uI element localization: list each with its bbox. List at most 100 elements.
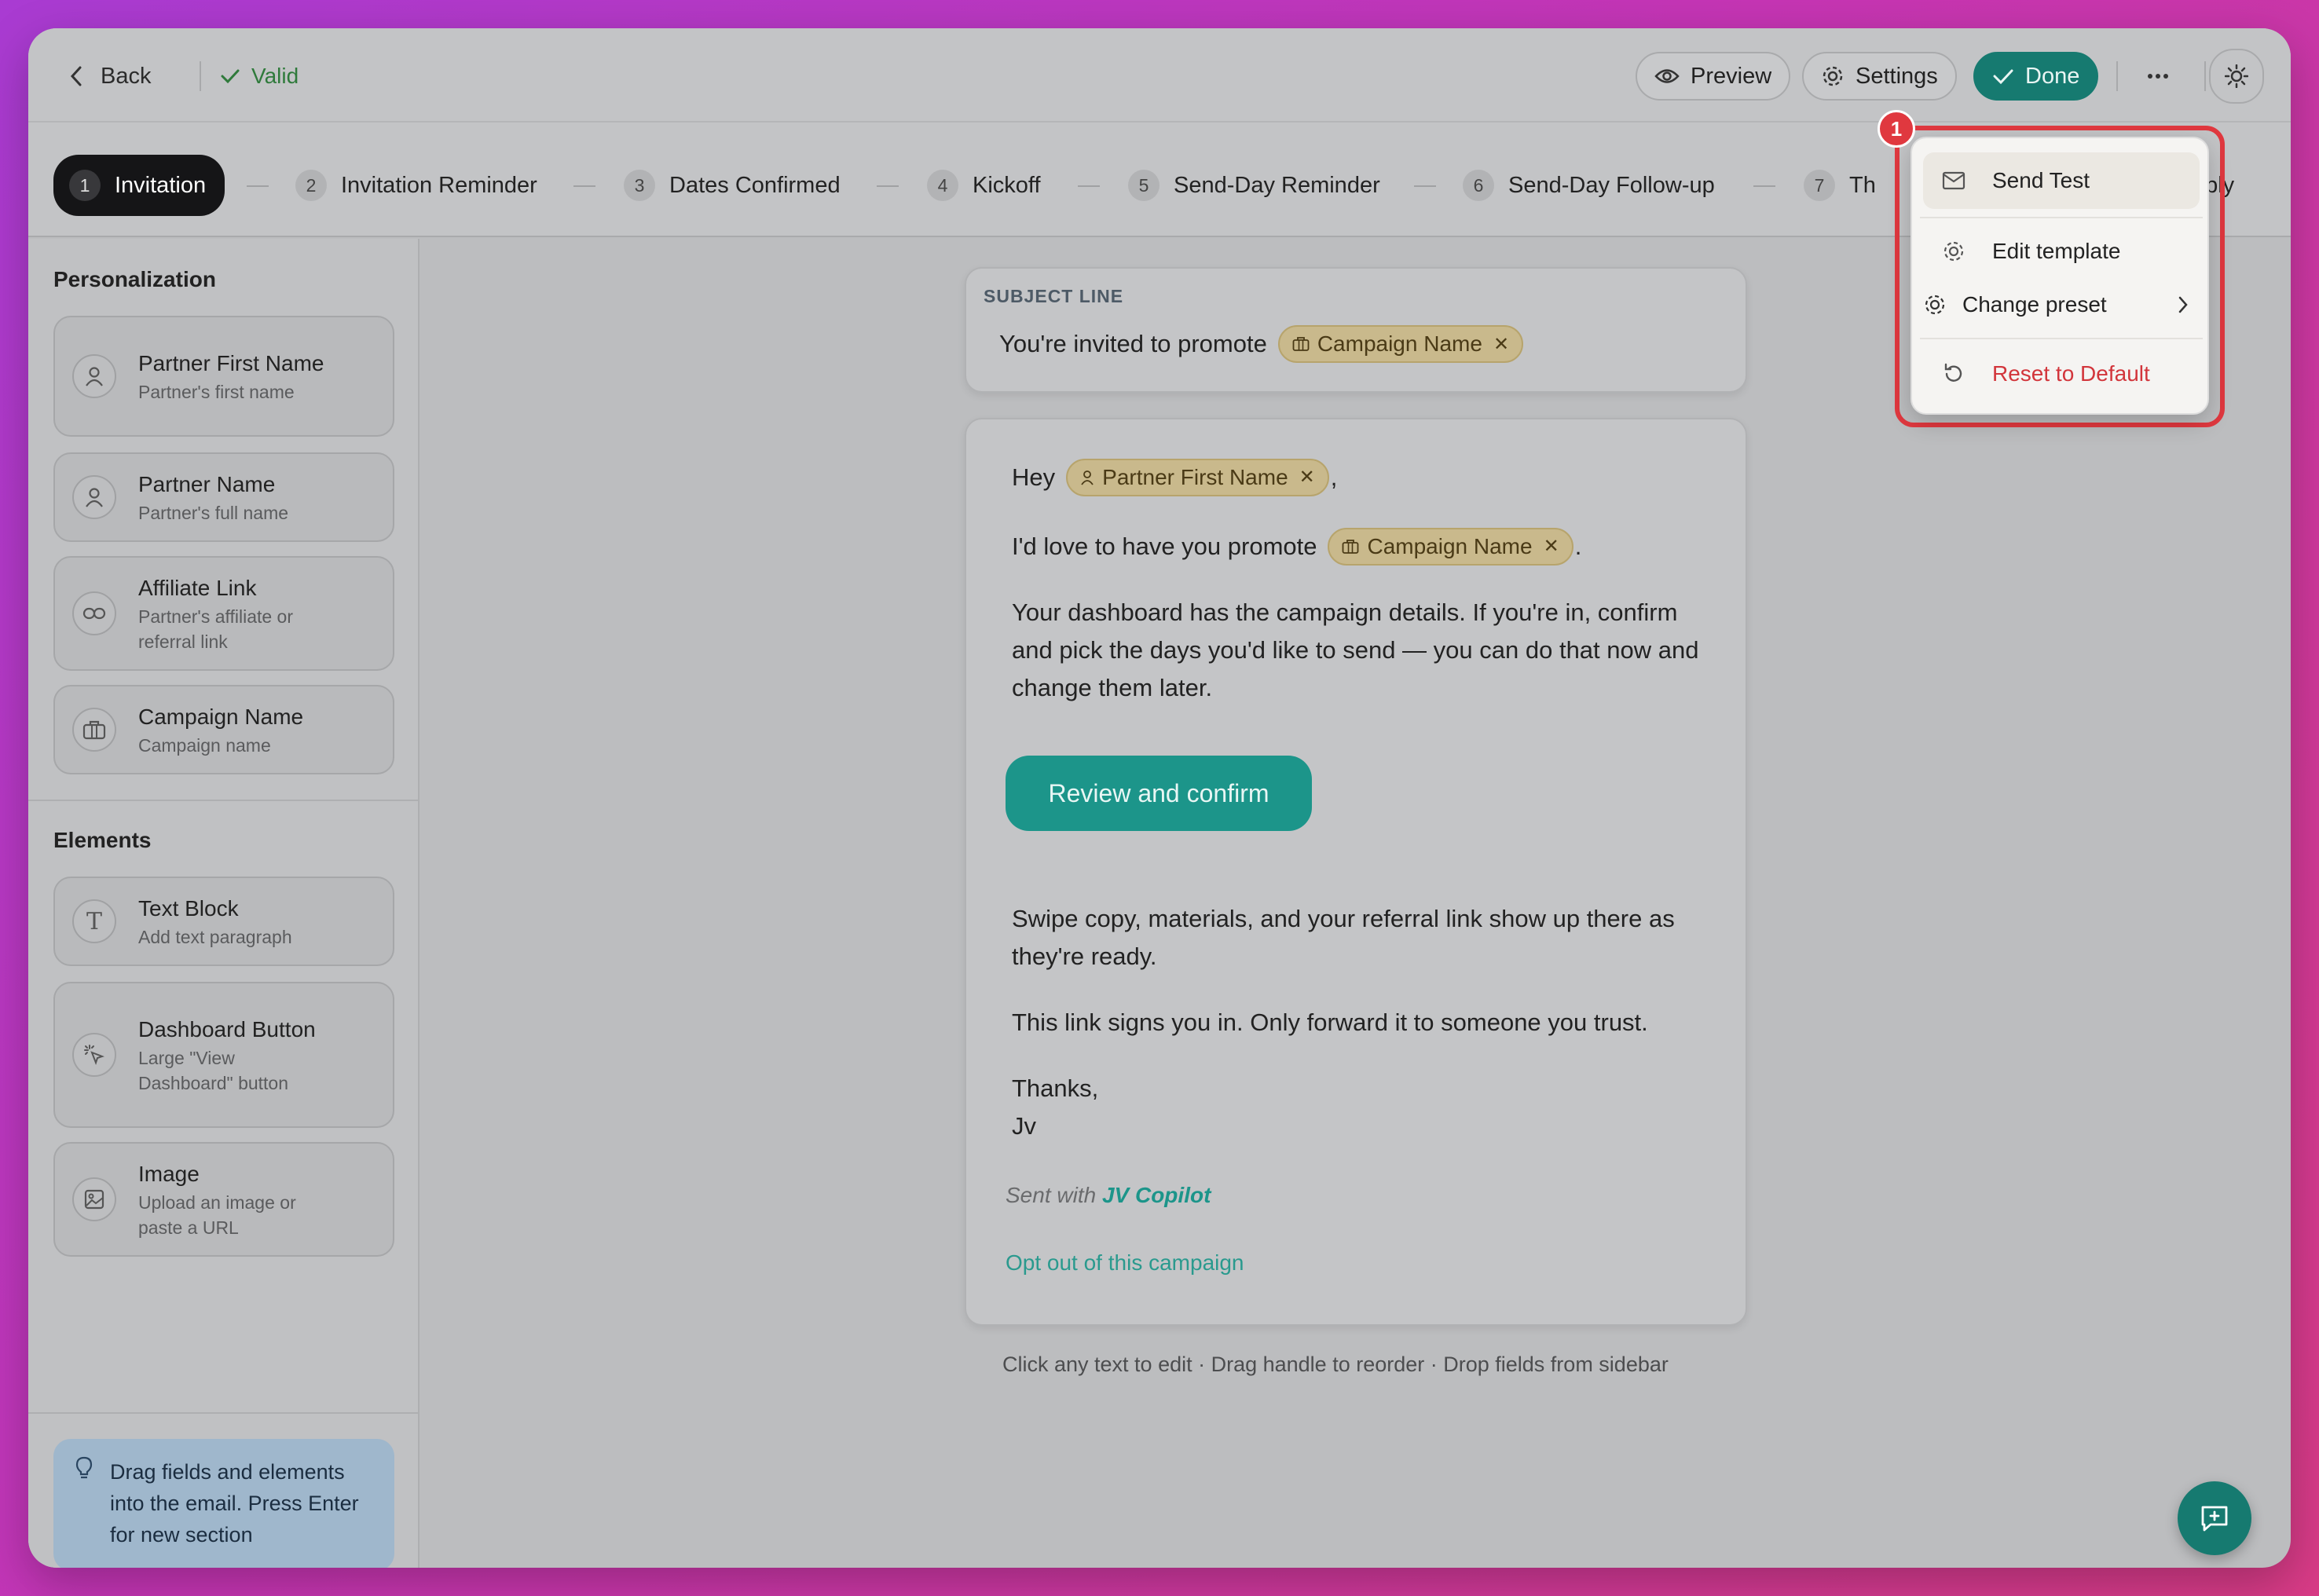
back-button[interactable]: Back (69, 57, 151, 96)
user-icon (1080, 470, 1094, 485)
preview-button[interactable]: Preview (1636, 52, 1791, 101)
sidebar: Personalization Partner First Name Partn… (28, 239, 419, 1568)
signature-text[interactable]: Jv (1012, 1107, 1036, 1145)
check-icon (220, 68, 240, 85)
opt-out-link[interactable]: Opt out of this campaign (1006, 1250, 1244, 1276)
field-affiliate-link[interactable]: Affiliate Link Partner's affiliate or re… (53, 556, 394, 671)
text-icon: T (72, 899, 116, 943)
done-button[interactable]: Done (1973, 52, 2099, 101)
divider (2204, 61, 2206, 91)
field-partner-first-name[interactable]: Partner First Name Partner's first name (53, 316, 394, 437)
field-title: Partner Name (138, 472, 276, 496)
chevron-right-icon (2178, 295, 2189, 314)
greeting-line[interactable]: Hey Partner First Name ✕ , (1012, 459, 1337, 496)
field-partner-name[interactable]: Partner Name Partner's full name (53, 452, 394, 542)
step-connector (247, 185, 269, 187)
briefcase-icon (1342, 539, 1359, 555)
promote-text[interactable]: I'd love to have you promote (1012, 528, 1317, 566)
element-text-block[interactable]: T Text Block Add text paragraph (53, 877, 394, 966)
section-divider (28, 1412, 419, 1414)
promote-line[interactable]: I'd love to have you promote Campaign Na… (1012, 528, 1581, 566)
element-title: Image (138, 1162, 200, 1186)
menu-item-change-preset[interactable]: Change preset (1923, 276, 2200, 333)
subject-line[interactable]: You're invited to promote Campaign Name … (999, 325, 1524, 363)
briefcase-icon (72, 708, 116, 752)
remove-chip-icon[interactable]: ✕ (1544, 528, 1559, 566)
done-label: Done (2025, 63, 2080, 89)
step-number: 5 (1128, 170, 1160, 201)
user-icon (72, 354, 116, 398)
campaign-name-chip[interactable]: Campaign Name ✕ (1328, 528, 1573, 566)
briefcase-icon (1292, 336, 1310, 352)
back-label: Back (101, 63, 152, 89)
menu-item-edit-template[interactable]: Edit template (1923, 223, 2200, 280)
gear-icon (1942, 240, 1969, 263)
step-label: Invitation (115, 172, 207, 198)
element-title: Dashboard Button (138, 1017, 316, 1041)
field-title: Campaign Name (138, 705, 304, 729)
section-divider (28, 800, 419, 801)
settings-button[interactable]: Settings (1802, 52, 1957, 101)
step-label: Dates Confirmed (669, 172, 841, 198)
step-label: Kickoff (973, 172, 1041, 198)
field-subtitle: Partner's first name (138, 382, 295, 402)
subject-line-card[interactable]: SUBJECT LINE You're invited to promote C… (965, 267, 1747, 393)
campaign-name-chip[interactable]: Campaign Name ✕ (1277, 325, 1524, 363)
feedback-button[interactable] (2178, 1481, 2251, 1555)
swipe-copy-paragraph[interactable]: Swipe copy, materials, and your referral… (1012, 900, 1719, 976)
remove-chip-icon[interactable]: ✕ (1299, 459, 1315, 496)
remove-chip-icon[interactable]: ✕ (1493, 333, 1509, 356)
field-subtitle: Campaign name (138, 735, 271, 756)
eye-icon (1654, 68, 1680, 85)
greeting-text[interactable]: Hey (1012, 459, 1055, 496)
step-invitation-reminder[interactable]: 2 Invitation Reminder (295, 162, 537, 209)
menu-item-reset-to-default[interactable]: Reset to Default (1923, 346, 2200, 402)
brand-link[interactable]: JV Copilot (1102, 1183, 1211, 1207)
review-and-confirm-button[interactable]: Review and confirm (1006, 756, 1312, 831)
partner-first-name-chip[interactable]: Partner First Name ✕ (1066, 459, 1329, 496)
step-number: 7 (1804, 170, 1835, 201)
step-kickoff[interactable]: 4 Kickoff (927, 162, 1041, 209)
mail-icon (1942, 171, 1969, 190)
security-paragraph[interactable]: This link signs you in. Only forward it … (1012, 1004, 1719, 1041)
more-options-button[interactable] (2134, 52, 2182, 101)
gear-icon (1923, 293, 1950, 317)
step-invitation[interactable]: 1 Invitation (53, 155, 225, 216)
valid-label: Valid (251, 64, 299, 88)
greeting-punctuation: , (1330, 463, 1338, 491)
element-dashboard-button[interactable]: Dashboard Button Large "View Dashboard" … (53, 982, 394, 1128)
field-subtitle: Partner's affiliate or referral link (138, 606, 294, 652)
step-number: 4 (927, 170, 958, 201)
tip-text: Drag fields and elements into the email.… (110, 1460, 359, 1547)
step-connector (1078, 185, 1100, 187)
step-7[interactable]: 7 Th (1804, 162, 1876, 209)
step-connector (877, 185, 899, 187)
step-connector (1414, 185, 1436, 187)
step-number: 3 (624, 170, 655, 201)
field-campaign-name[interactable]: Campaign Name Campaign name (53, 685, 394, 774)
subject-text[interactable]: You're invited to promote (999, 330, 1267, 358)
personalization-title: Personalization (53, 267, 216, 291)
preview-label: Preview (1691, 63, 1772, 89)
app-window: Back Valid Preview Settings Done 1 Invit… (28, 28, 2291, 1568)
step-connector (1753, 185, 1775, 187)
element-subtitle: Upload an image or paste a URL (138, 1192, 296, 1238)
step-send-day-reminder[interactable]: 5 Send-Day Reminder (1128, 162, 1380, 209)
field-title: Partner First Name (138, 351, 324, 375)
menu-item-label: Change preset (1962, 292, 2107, 317)
annotation-badge: 1 (1878, 110, 1915, 148)
top-bar: Back Valid Preview Settings Done (28, 28, 2291, 123)
more-options-menu: Send Test Edit template Change preset Re… (1911, 137, 2209, 415)
theme-toggle-button[interactable] (2209, 49, 2264, 104)
link-icon (72, 591, 116, 635)
signoff-text[interactable]: Thanks, (1012, 1070, 1098, 1107)
ellipsis-icon (2147, 73, 2169, 79)
step-send-day-follow-up[interactable]: 6 Send-Day Follow-up (1463, 162, 1715, 209)
menu-item-send-test[interactable]: Send Test (1923, 152, 2200, 209)
sent-with-footer: Sent with JV Copilot (1006, 1183, 1211, 1208)
sun-icon (2225, 64, 2248, 88)
step-dates-confirmed[interactable]: 3 Dates Confirmed (624, 162, 841, 209)
dashboard-paragraph[interactable]: Your dashboard has the campaign details.… (1012, 594, 1719, 707)
element-image[interactable]: Image Upload an image or paste a URL (53, 1142, 394, 1257)
email-body-card: Hey Partner First Name ✕ , I'd love to h… (965, 418, 1747, 1326)
